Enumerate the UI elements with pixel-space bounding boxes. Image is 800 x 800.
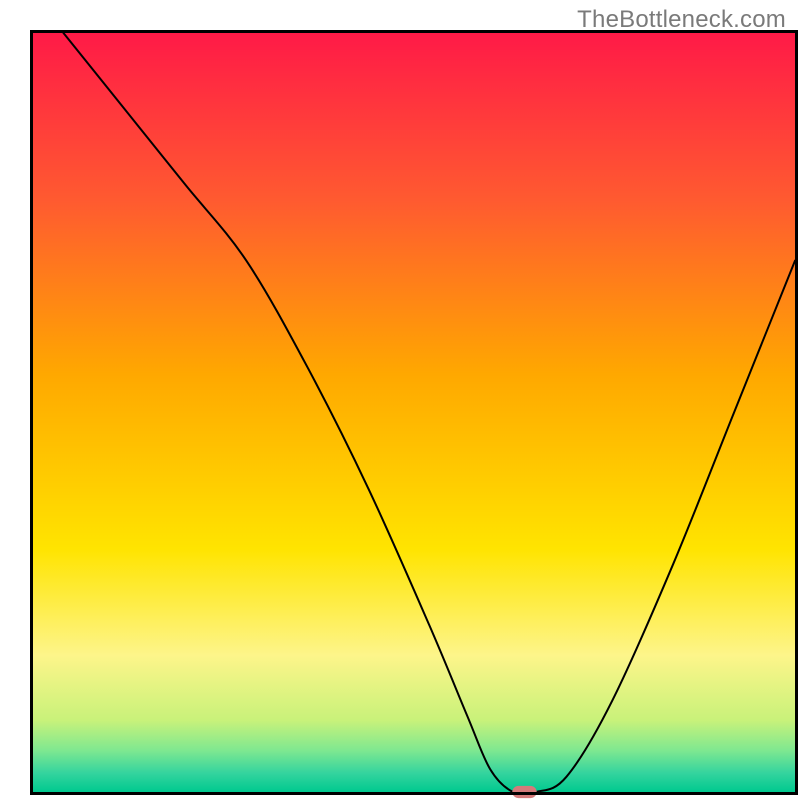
plot-background bbox=[33, 33, 795, 792]
chart-svg bbox=[0, 0, 800, 800]
watermark-text: TheBottleneck.com bbox=[577, 6, 786, 34]
chart-container: TheBottleneck.com bbox=[0, 0, 800, 800]
